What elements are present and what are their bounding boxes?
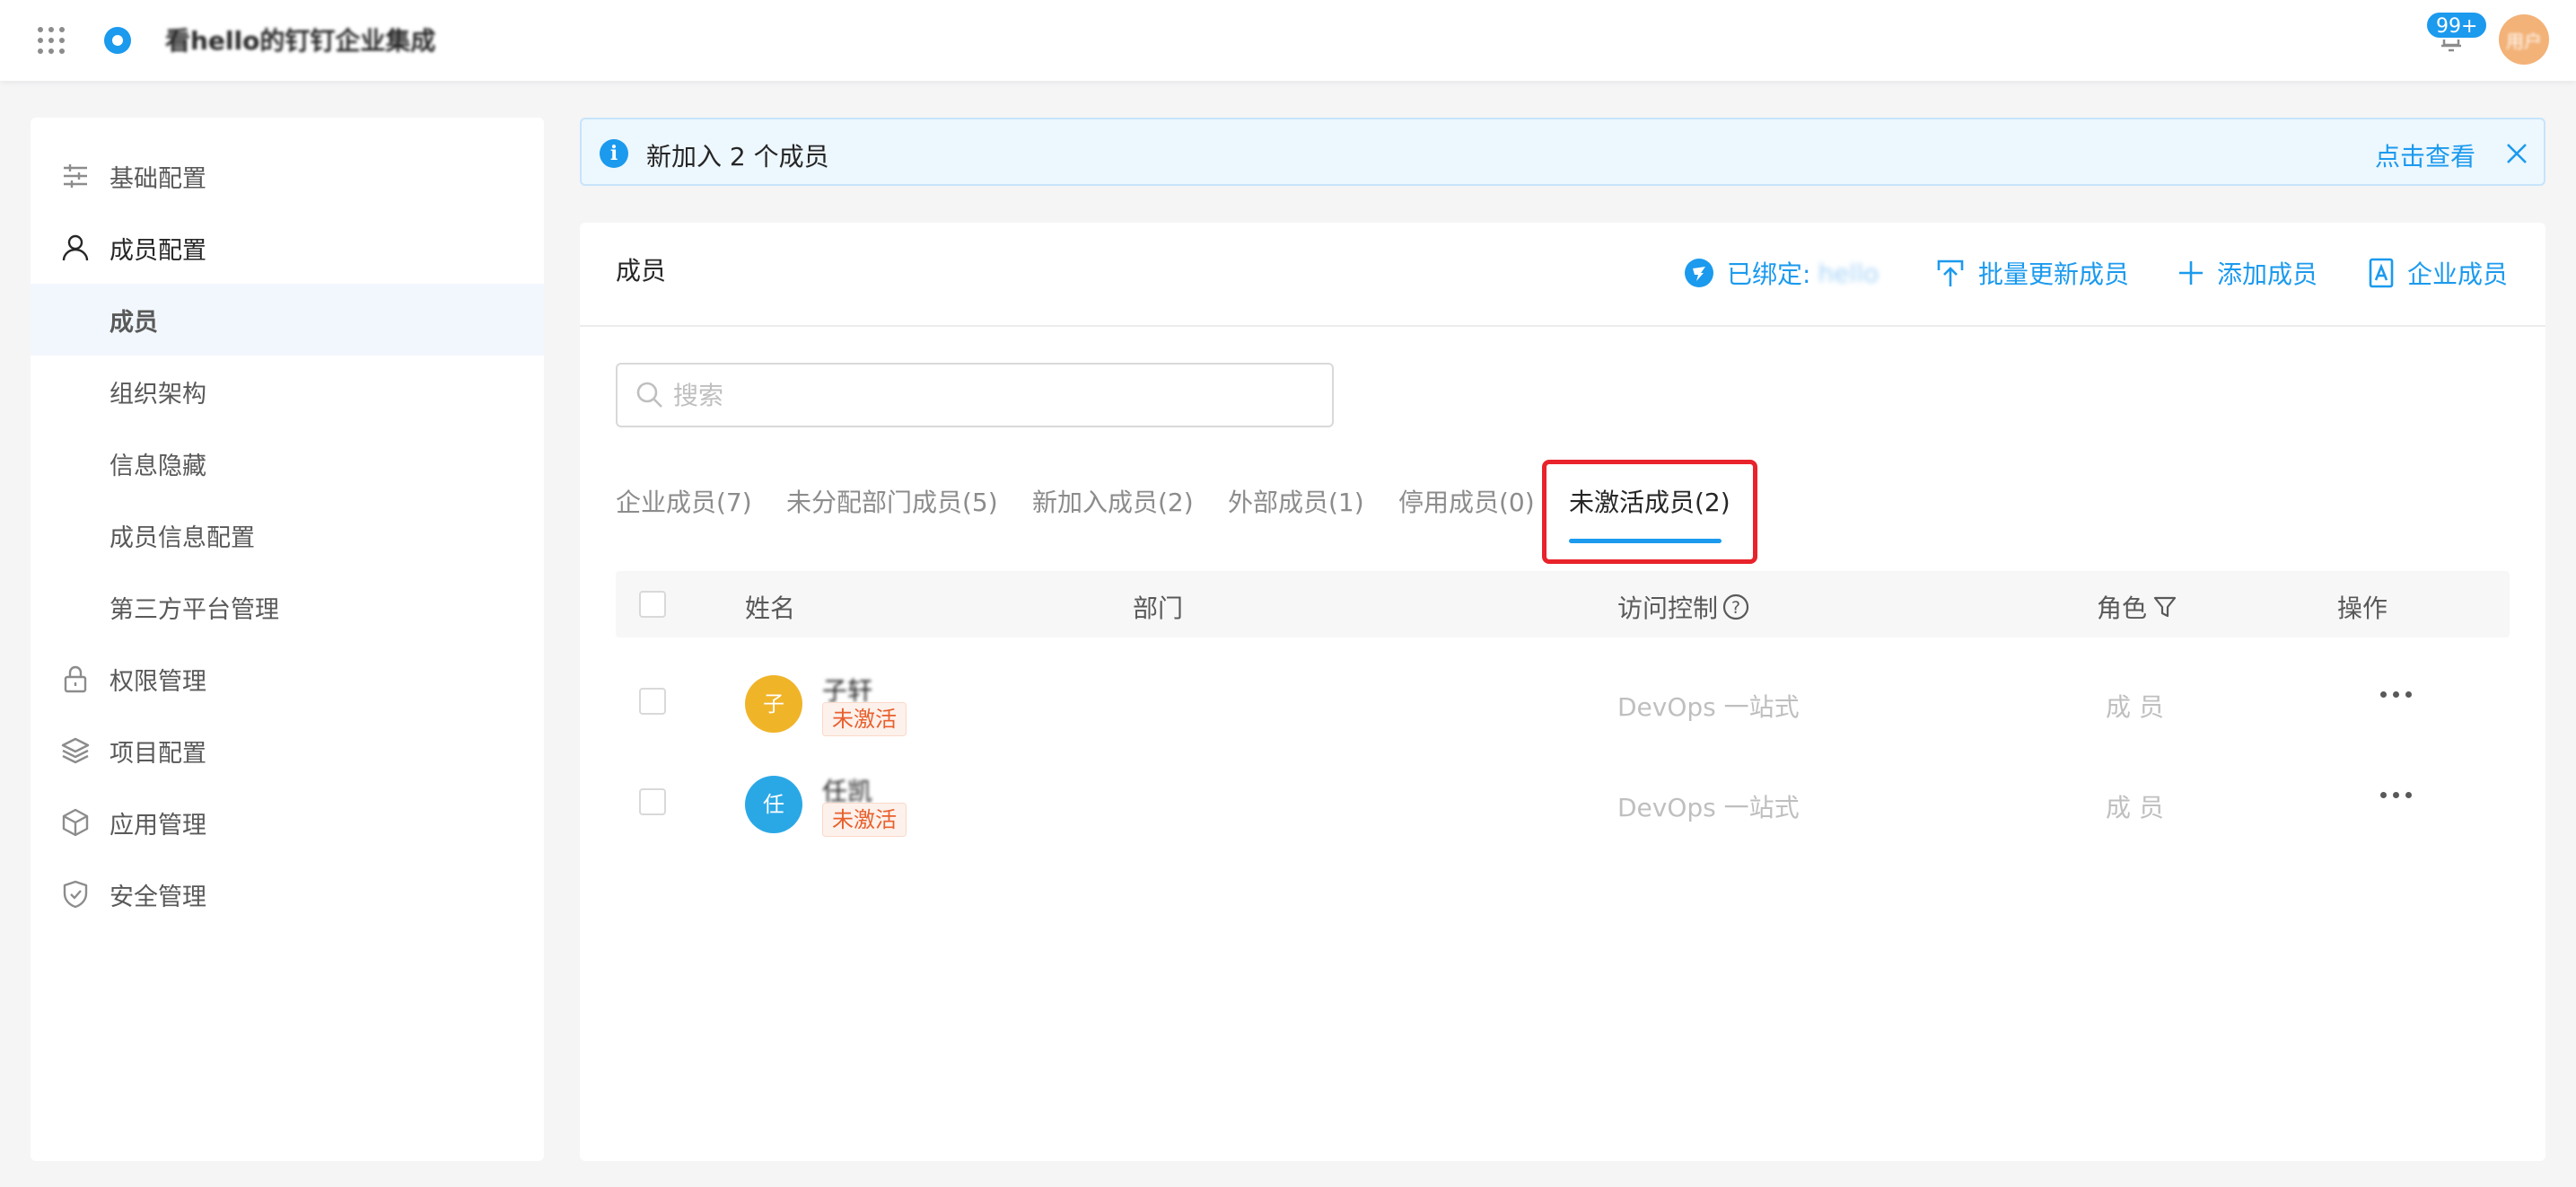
app-logo [104,27,131,54]
search-field[interactable] [616,363,1334,427]
help-icon[interactable]: ? [1722,593,1750,621]
column-access-control-label: 访问控制 [1617,594,1719,623]
info-icon: i [600,139,628,168]
sidebar-item-label: 第三方平台管理 [110,595,279,624]
sidebar-item-security[interactable]: 安全管理 [31,858,544,930]
bulk-update-button[interactable]: 批量更新成员 [1935,255,2129,291]
tab-new-members[interactable]: 新加入成员(2) [1032,483,1194,519]
sidebar-item-label: 成员信息配置 [110,523,255,552]
bound-value: hello [1818,258,1879,288]
dingtalk-icon [1685,259,1713,287]
column-role-label: 角色 [2097,594,2148,623]
select-all-checkbox[interactable] [639,591,666,618]
member-role: 成 员 [2106,793,2164,822]
user-icon [61,233,90,262]
enterprise-member-label: 企业成员 [2407,259,2509,289]
column-role: 角色 [2097,589,2177,625]
members-card: 成员 已绑定: hello 批量更新成员 添加成员 企业成员 企业成员(7) 未… [580,223,2545,1161]
user-avatar-text: 用户 [2506,31,2542,52]
alert-view-link[interactable]: 点击查看 [2375,137,2475,173]
more-icon[interactable] [2379,781,2414,808]
layers-icon [61,736,90,765]
bulk-update-label: 批量更新成员 [1978,259,2130,289]
top-bar: 看hello的钉钉企业集成 99+ 用户 [0,0,2576,81]
member-avatar: 子 [745,675,802,733]
tab-enterprise-members[interactable]: 企业成员(7) [616,483,752,519]
bound-label: 已绑定: [1727,259,1811,289]
new-members-alert: i 新加入 2 个成员 点击查看 [580,118,2545,186]
highlight-annotation [1542,460,1757,564]
notification-badge: 99+ [2425,11,2489,40]
add-member-button[interactable]: 添加成员 [2177,255,2318,291]
sidebar-item-label: 安全管理 [110,883,206,911]
sidebar-item-permissions[interactable]: 权限管理 [31,643,544,715]
lock-icon [61,664,90,693]
table-row: 任 任凯 未激活 DevOps 一站式 成 员 [616,754,2510,855]
filter-icon[interactable] [2152,594,2177,620]
column-actions: 操作 [2337,594,2388,623]
search-icon [636,382,662,408]
user-avatar[interactable]: 用户 [2499,14,2549,65]
sidebar-item-third-party[interactable]: 第三方平台管理 [31,571,544,643]
app-grid-icon[interactable] [36,25,66,56]
sidebar-item-label: 成员 [110,308,158,337]
row-checkbox[interactable] [639,788,666,815]
sidebar-item-members[interactable]: 成员 [31,284,544,356]
add-member-label: 添加成员 [2217,259,2318,289]
column-name: 姓名 [745,594,796,623]
shield-icon [61,880,90,909]
sidebar-item-label: 组织架构 [110,380,206,409]
member-avatar: 任 [745,776,802,833]
sidebar-item-app-management[interactable]: 应用管理 [31,787,544,858]
sidebar-item-label: 应用管理 [110,811,206,840]
row-checkbox[interactable] [639,688,666,715]
member-access: DevOps 一站式 [1617,692,1800,722]
sidebar-item-label: 信息隐藏 [110,452,206,480]
tab-unassigned-members[interactable]: 未分配部门成员(5) [786,483,998,519]
member-access: DevOps 一站式 [1617,793,1800,822]
member-role: 成 员 [2106,692,2164,722]
sidebar-item-label: 权限管理 [110,667,206,696]
sidebar-item-label: 项目配置 [110,739,206,768]
table-header: 姓名 部门 访问控制 ? 角色 操作 [616,571,2510,637]
close-icon[interactable] [2502,139,2531,168]
upload-icon [1937,259,1964,286]
more-icon[interactable] [2379,681,2414,708]
sidebar-item-member-info-config[interactable]: 成员信息配置 [31,499,544,571]
sidebar-item-basic-config[interactable]: 基础配置 [31,140,544,212]
status-badge: 未激活 [822,702,907,736]
bound-status[interactable]: 已绑定: hello [1684,255,1879,291]
sidebar-item-member-config[interactable]: 成员配置 [31,212,544,284]
sidebar-item-label: 成员配置 [110,236,206,265]
sidebar-item-org-structure[interactable]: 组织架构 [31,356,544,427]
table-row: 子 子轩 未激活 DevOps 一站式 成 员 [616,654,2510,754]
svg-text:?: ? [1731,598,1740,618]
sidebar: 基础配置 成员配置 成员 组织架构 信息隐藏 成员信息配置 第三方平台管理 权限… [31,118,544,1161]
tab-disabled-members[interactable]: 停用成员(0) [1398,483,1535,519]
enterprise-member-button[interactable]: 企业成员 [2368,255,2508,291]
tab-external-members[interactable]: 外部成员(1) [1228,483,1364,519]
sliders-icon [61,162,90,190]
column-access-control: 访问控制 ? [1617,589,1750,625]
search-input[interactable] [673,377,1301,413]
sidebar-item-label: 基础配置 [110,164,206,193]
cube-icon [61,808,90,837]
card-title: 成员 [616,256,667,286]
plus-icon [2179,261,2203,285]
app-title: 看hello的钉钉企业集成 [165,26,436,56]
column-department: 部门 [1133,594,1184,623]
alert-message: 新加入 2 个成员 [646,142,829,171]
sidebar-item-project-config[interactable]: 项目配置 [31,715,544,787]
sidebar-item-info-hiding[interactable]: 信息隐藏 [31,427,544,499]
status-badge: 未激活 [822,803,907,837]
contact-card-icon [2369,258,2394,288]
divider [580,325,2545,327]
